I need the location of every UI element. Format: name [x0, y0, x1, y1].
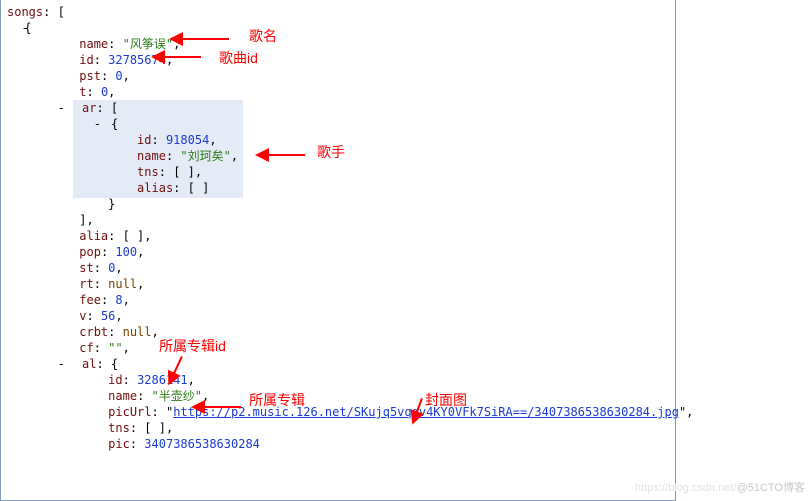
- key-ar-name: name: [137, 149, 166, 163]
- json-viewer-panel: songs: [ - { name: "风筝误", id: 32785674, …: [0, 0, 676, 501]
- key-pop: pop: [79, 245, 101, 259]
- json-code: songs: [ - { name: "风筝误", id: 32785674, …: [7, 4, 669, 452]
- key-rt: rt: [79, 277, 93, 291]
- val-al-pic: 3407386538630284: [144, 437, 260, 451]
- key-id: id: [79, 53, 93, 67]
- annotation-artist: 歌手: [317, 142, 345, 162]
- annotation-cover: 封面图: [425, 390, 467, 410]
- key-name: name: [79, 37, 108, 51]
- key-st: st: [79, 261, 93, 275]
- val-ar-id: 918054: [166, 133, 209, 147]
- annotation-song-name: 歌名: [249, 26, 277, 46]
- key-pst: pst: [79, 69, 101, 83]
- key-al-name: name: [108, 389, 137, 403]
- annotation-album-id: 所属专辑id: [159, 336, 226, 356]
- key-al-tns: tns: [108, 421, 130, 435]
- key-ar-alias: alias: [137, 181, 173, 195]
- key-fee: fee: [79, 293, 101, 307]
- val-ar-name: "刘珂矣": [180, 149, 230, 163]
- watermark: https://blog.csdn.net/@51CTO博客: [635, 479, 805, 495]
- key-ar-id: id: [137, 133, 151, 147]
- key-alia: alia: [79, 229, 108, 243]
- key-al-picurl: picUrl: [108, 405, 151, 419]
- val-song-name: "风筝误": [123, 37, 173, 51]
- key-ar-tns: tns: [137, 165, 159, 179]
- key-al-id: id: [108, 373, 122, 387]
- key-al: al: [82, 357, 96, 371]
- key-ar: ar: [82, 101, 96, 115]
- annotation-album: 所属专辑: [249, 390, 305, 410]
- key-crbt: crbt: [79, 325, 108, 339]
- key-songs: songs: [7, 5, 43, 19]
- key-cf: cf: [79, 341, 93, 355]
- key-al-pic: pic: [108, 437, 130, 451]
- annotation-song-id: 歌曲id: [219, 48, 258, 68]
